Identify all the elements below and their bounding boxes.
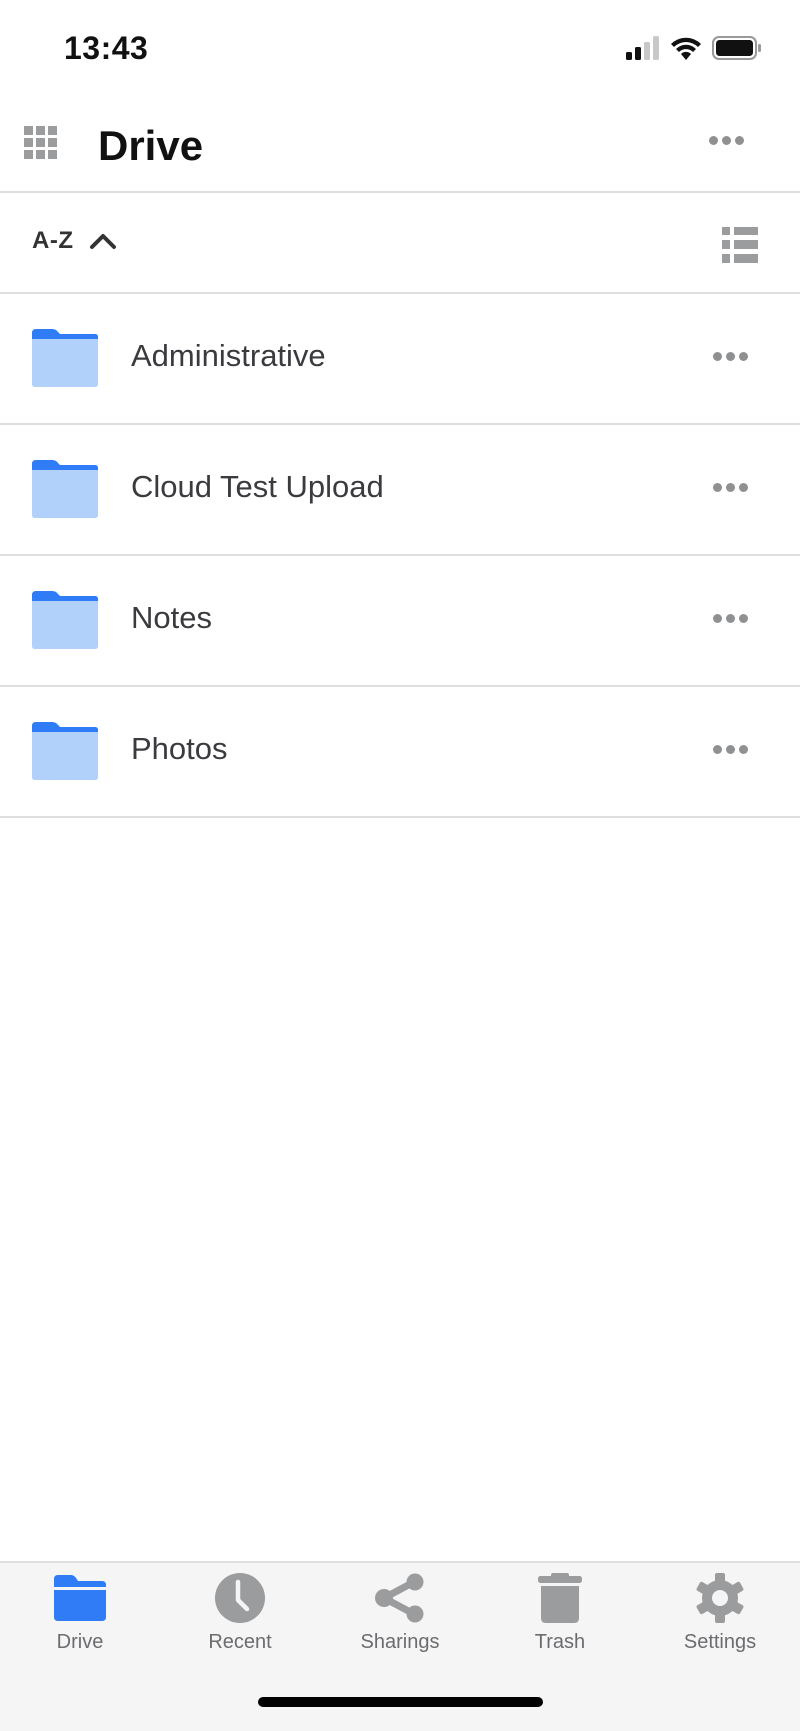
status-bar: 13:43 [0,0,800,100]
gear-icon [696,1573,744,1623]
more-dot [726,352,735,361]
trash-icon [538,1573,582,1623]
more-dot [726,483,735,492]
tab-drive[interactable]: Drive [0,1571,160,1671]
tab-label: Drive [56,1631,104,1653]
more-dot [739,483,748,492]
app-header: Drive [0,100,800,193]
file-name: Photos [131,731,228,766]
tab-trash[interactable]: Trash [480,1571,640,1671]
file-row-notes[interactable]: Notes [0,556,800,687]
row-more-button[interactable] [713,614,748,623]
row-more-button[interactable] [713,745,748,754]
file-name: Notes [131,600,212,635]
tab-label: Trash [534,1631,586,1653]
wifi-icon [671,37,701,60]
more-dot [722,136,731,145]
tab-bar: Drive Recent Sharings Trash Settings [0,1561,800,1731]
more-dot [726,745,735,754]
file-name: Administrative [131,338,326,373]
file-list: Administrative Cloud Test Upload Notes P… [0,294,800,818]
status-time: 13:43 [64,30,149,66]
more-horizontal-icon [713,352,722,361]
file-row-administrative[interactable]: Administrative [0,294,800,425]
apps-grid-icon[interactable] [24,126,58,160]
battery-icon [712,36,761,60]
chevron-up-icon [90,234,117,249]
clock-icon [215,1573,265,1623]
file-row-photos[interactable]: Photos [0,687,800,818]
tab-sharings[interactable]: Sharings [320,1571,480,1671]
more-dot [739,745,748,754]
folder-icon [54,1575,106,1621]
folder-icon [32,460,98,518]
file-name: Cloud Test Upload [131,469,384,504]
row-more-button[interactable] [713,352,748,361]
more-dot [726,614,735,623]
tab-recent[interactable]: Recent [160,1571,320,1671]
row-more-button[interactable] [713,483,748,492]
more-horizontal-icon [713,483,722,492]
more-dot [735,136,744,145]
more-horizontal-icon [713,745,722,754]
folder-icon [32,591,98,649]
home-indicator [258,1697,543,1707]
tab-settings[interactable]: Settings [640,1571,800,1671]
file-row-cloud-test-upload[interactable]: Cloud Test Upload [0,425,800,556]
status-icons [626,36,762,60]
cellular-signal-icon [626,36,659,60]
list-view-icon[interactable] [722,227,758,263]
more-horizontal-icon [713,614,722,623]
folder-icon [32,329,98,387]
sort-label: A-Z [32,227,74,254]
page-title: Drive [98,122,204,169]
more-dot [739,352,748,361]
tab-label: Settings [683,1631,757,1653]
more-horizontal-icon [709,136,718,145]
tab-label: Recent [208,1631,272,1653]
sort-toggle-button[interactable]: A-Z [32,227,117,255]
tab-label: Sharings [360,1631,440,1653]
sort-bar: A-Z [0,193,800,294]
header-more-button[interactable] [709,136,744,145]
share-icon [375,1573,424,1623]
folder-icon [32,722,98,780]
more-dot [739,614,748,623]
